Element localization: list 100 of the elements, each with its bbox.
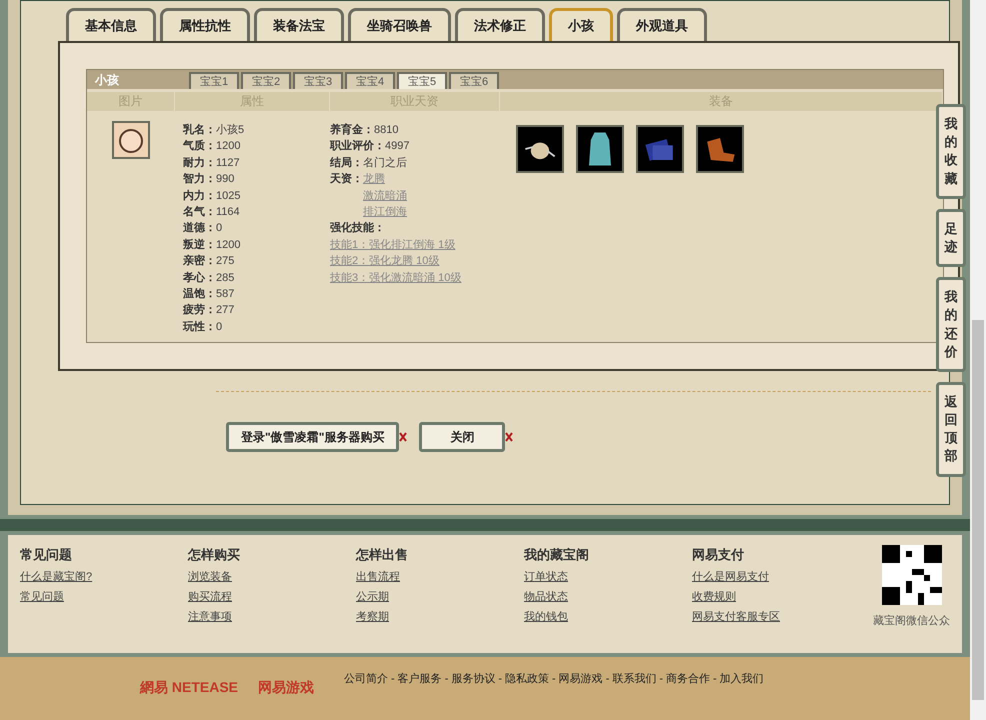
footer-heading: 常见问题	[20, 546, 73, 564]
boots-icon	[707, 138, 735, 162]
attribute-label: 内力：	[183, 188, 216, 204]
baby-tab[interactable]: 宝宝2	[241, 72, 291, 89]
equipment-slot[interactable]	[516, 125, 564, 173]
bottom-link[interactable]: 隐私政策	[505, 671, 550, 688]
baby-tab[interactable]: 宝宝4	[345, 72, 395, 89]
section-tab[interactable]: 基本信息	[66, 8, 156, 41]
robe-icon	[589, 132, 611, 166]
section-tab[interactable]: 法术修正	[455, 8, 545, 41]
section-tab[interactable]: 属性抗性	[160, 8, 250, 41]
footer-link[interactable]: 购买流程	[188, 588, 232, 608]
attribute-label: 玩性：	[183, 320, 216, 335]
attribute-label: 疲劳：	[183, 302, 216, 318]
attribute-value: 小孩5	[216, 122, 244, 138]
action-button[interactable]: 关闭	[419, 422, 506, 452]
cross-icon	[505, 432, 514, 442]
bottom-link[interactable]: 公司简介	[344, 671, 388, 688]
footer-link[interactable]: 网易支付客服专区	[692, 608, 780, 628]
qr-code-icon	[882, 545, 942, 605]
footer-link[interactable]: 物品状态	[524, 588, 568, 608]
baby-tab[interactable]: 宝宝3	[293, 72, 343, 89]
career-value: 名门之后	[363, 156, 407, 171]
separator: -	[498, 672, 502, 687]
bottom-link[interactable]: 服务协议	[451, 671, 496, 688]
baby-tab[interactable]: 宝宝6	[449, 72, 499, 89]
section-tab[interactable]: 装备法宝	[254, 8, 344, 41]
attribute-label: 耐力：	[183, 156, 216, 171]
equipment-slot[interactable]	[576, 125, 624, 173]
cross-icon	[399, 432, 408, 442]
separator: -	[606, 672, 610, 687]
attribute-value: 1127	[216, 156, 240, 171]
attribute-value: 1025	[216, 188, 240, 204]
footer-heading: 我的藏宝阁	[524, 546, 590, 564]
footer-link[interactable]: 考察期	[356, 608, 389, 628]
attribute-label: 温饱：	[183, 286, 216, 302]
career-value: 4997	[385, 139, 410, 154]
section-tab[interactable]: 坐骑召唤兽	[348, 8, 451, 41]
footer-link[interactable]: 什么是藏宝阁?	[20, 568, 92, 588]
career-label: 养育金：	[330, 122, 374, 138]
separator: -	[552, 672, 556, 687]
attribute-label: 亲密：	[183, 254, 216, 270]
baby-tab[interactable]: 宝宝5	[397, 72, 447, 89]
talent-label: 天资：	[330, 172, 363, 188]
footer-link[interactable]: 什么是网易支付	[692, 568, 769, 588]
bottom-link[interactable]: 客户服务	[398, 671, 442, 688]
career-label: 结局：	[330, 156, 363, 171]
scrollbar[interactable]	[970, 0, 986, 720]
separator: -	[713, 672, 717, 687]
footer-link[interactable]: 订单状态	[524, 568, 568, 588]
attribute-label: 叛逆：	[183, 238, 216, 253]
attribute-value: 285	[216, 270, 234, 286]
attribute-label: 气质：	[183, 138, 216, 154]
bottom-link[interactable]: 商务合作	[666, 671, 710, 688]
bottom-link[interactable]: 加入我们	[720, 671, 764, 688]
sack-icon	[524, 142, 556, 160]
side-nav-button[interactable]: 返回顶部	[936, 382, 966, 477]
attribute-value: 277	[216, 303, 234, 318]
footer-link[interactable]: 我的钱包	[524, 608, 568, 628]
separator: -	[659, 672, 664, 687]
attribute-value: 0	[216, 221, 222, 236]
attribute-label: 名气：	[183, 204, 216, 220]
attribute-label: 道德：	[183, 220, 216, 236]
footer-link[interactable]: 常见问题	[20, 588, 64, 608]
attribute-label: 孝心：	[183, 270, 216, 286]
qr-caption: 藏宝阁微信公众	[873, 614, 950, 629]
footer-link[interactable]: 公示期	[356, 588, 389, 608]
career-label: 职业评价：	[330, 138, 385, 154]
footer-link[interactable]: 收费规则	[692, 588, 736, 608]
side-nav-button[interactable]: 足迹	[936, 208, 966, 268]
attribute-value: 1200	[216, 238, 240, 253]
action-button[interactable]: 登录"傲雪凌霜"服务器购买	[226, 422, 400, 452]
footer-heading: 怎样购买	[188, 546, 241, 564]
section-tab[interactable]: 小孩	[549, 8, 613, 41]
footer-link[interactable]: 出售流程	[356, 568, 400, 588]
bottom-link[interactable]: 联系我们	[612, 671, 656, 688]
attribute-value: 0	[216, 320, 222, 335]
footer-link[interactable]: 注意事项	[188, 608, 232, 628]
book-icon	[645, 139, 673, 161]
separator: -	[391, 672, 395, 687]
bottom-link[interactable]: 网易游戏	[558, 671, 603, 688]
baby-tab[interactable]: 宝宝1	[189, 72, 239, 89]
attribute-value: 1200	[216, 139, 240, 154]
footer-heading: 怎样出售	[356, 546, 409, 564]
section-tab[interactable]: 外观道具	[617, 8, 707, 41]
attribute-value: 990	[216, 172, 234, 188]
attribute-value: 587	[216, 286, 234, 302]
netease-games-logo: 网易游戏	[258, 678, 314, 697]
attribute-label: 乳名：	[183, 122, 216, 138]
netease-logo: 網易 NETEASE	[140, 678, 238, 697]
skills-label: 强化技能：	[330, 220, 386, 236]
separator: -	[444, 672, 448, 687]
side-nav-button[interactable]: 我的还价	[936, 277, 966, 372]
panel-title: 小孩	[94, 72, 120, 88]
attribute-value: 1164	[216, 204, 240, 220]
footer-heading: 网易支付	[692, 546, 745, 564]
side-nav-button[interactable]: 我的收藏	[936, 104, 966, 199]
footer-link[interactable]: 浏览装备	[188, 568, 232, 588]
attribute-value: 275	[216, 254, 234, 270]
career-value: 8810	[374, 123, 398, 138]
